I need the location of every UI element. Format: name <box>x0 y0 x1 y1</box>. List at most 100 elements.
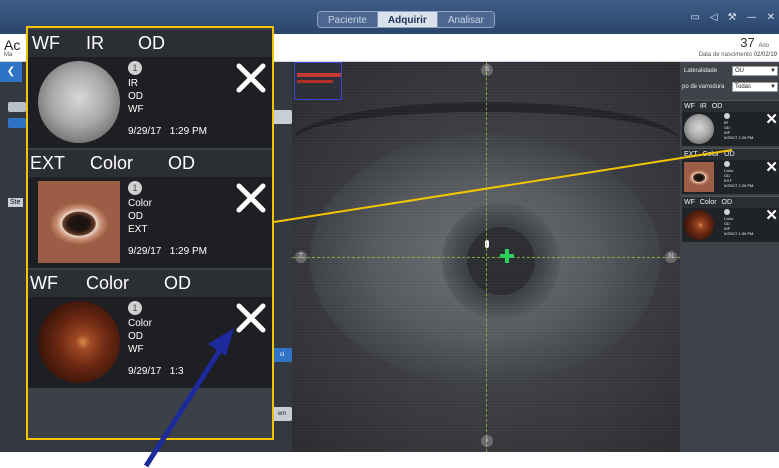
callout-line: OD <box>128 211 143 222</box>
app-window: Paciente Adquirir Analisar ▭ ◁ ⚒ — ✕ Ac … <box>0 0 779 468</box>
minimize-icon[interactable]: — <box>747 12 757 23</box>
monitor-icon[interactable]: ▭ <box>690 12 699 23</box>
right-panel: Lateralidade OU ▼ po de varredura Todas … <box>680 62 779 452</box>
scan-type-select[interactable]: Todas ▼ <box>732 82 778 92</box>
left-side-button-em[interactable]: em <box>272 407 292 421</box>
card-modality: EXT <box>684 151 698 158</box>
marker-bottom: I <box>481 435 493 447</box>
card-type: Color <box>702 151 720 158</box>
delete-icon[interactable]: ✕ <box>765 160 778 175</box>
card-eye: OD <box>721 199 733 206</box>
card-time: 1:29 PM <box>738 183 754 188</box>
delete-icon[interactable] <box>235 302 267 334</box>
right-thumb-card-ext-color[interactable]: EXT Color OD Color OD EXT 9/29/17 1:29 P… <box>682 148 779 194</box>
card-eye: OD <box>724 151 735 158</box>
patient-name: Ac <box>4 37 21 53</box>
callout-line: IR <box>128 78 138 89</box>
right-thumb-card-wf-color[interactable]: WF Color OD Color OD WF 9/29/17 1:30 PM … <box>682 196 779 242</box>
left-side-button-1[interactable] <box>272 110 292 124</box>
callout-type: IR <box>86 33 104 53</box>
right-thumb-card-wf-ir[interactable]: WF IR OD IR OD WF 9/29/17 1:29 PM ✕ <box>682 100 779 146</box>
scan-type-value: Todas <box>735 84 752 90</box>
card-info: Color OD WF 9/29/17 1:30 PM <box>724 209 753 236</box>
callout-line: EXT <box>128 224 148 235</box>
callout-modality: EXT <box>30 153 66 173</box>
card-modality: WF <box>684 199 695 206</box>
horizontal-guide-line <box>292 257 680 258</box>
delete-icon[interactable] <box>235 62 267 94</box>
left-side-button-ci[interactable]: ci <box>272 348 292 362</box>
window-controls: ▭ ◁ ⚒ — ✕ <box>690 12 775 23</box>
left-ste-label[interactable]: Ste <box>8 198 23 207</box>
card-modality: WF <box>684 103 695 110</box>
fundus-thumbnail[interactable] <box>38 301 120 383</box>
callout-type: Color <box>86 273 130 293</box>
left-control-1[interactable] <box>8 102 26 112</box>
callout-card-header: EXT Color OD <box>28 150 272 177</box>
x-shape <box>236 63 266 93</box>
laterality-label: Lateralidade <box>684 68 718 74</box>
count-badge <box>724 113 730 119</box>
crosshair-icon-h <box>500 254 514 258</box>
patient-name-sub: Ma <box>4 52 13 58</box>
card-date: 9/29/17 <box>724 183 738 188</box>
delete-icon[interactable]: ✕ <box>765 208 778 223</box>
callout-info: 1 IR OD WF <box>128 61 144 116</box>
chevron-down-icon: ▼ <box>770 68 776 74</box>
delete-icon[interactable]: ✕ <box>765 112 778 127</box>
x-shape <box>236 183 266 213</box>
callout-line: WF <box>128 104 144 115</box>
tab-paciente[interactable]: Paciente <box>318 12 378 27</box>
fundus-thumbnail[interactable] <box>684 210 714 240</box>
mode-tabs: Paciente Adquirir Analisar <box>317 11 495 28</box>
callout-info: 1 Color OD EXT <box>128 181 152 236</box>
live-camera-view[interactable]: S T N I <box>292 62 680 452</box>
count-badge: 1 <box>128 301 142 315</box>
callout-line: Color <box>128 198 152 209</box>
minimap-scan-line-2 <box>297 80 333 83</box>
delete-icon[interactable] <box>235 182 267 214</box>
zoom-callout: WF IR OD 1 IR OD WF 9/29/17 1:29 PM EXT … <box>26 26 274 440</box>
external-eye-thumbnail[interactable] <box>684 162 714 192</box>
card-datetime: 9/29/17 1:29 PM <box>724 135 753 140</box>
callout-line: WF <box>128 344 144 355</box>
tab-adquirir[interactable]: Adquirir <box>377 12 438 27</box>
minimap-scan-line-1 <box>297 73 341 77</box>
laterality-select[interactable]: OU ▼ <box>732 66 778 76</box>
card-type: IR <box>699 103 707 110</box>
callout-datetime: 9/29/17 1:29 PM <box>128 246 207 257</box>
fundus-thumbnail[interactable] <box>684 114 714 144</box>
callout-card-wf-color[interactable]: WF Color OD 1 Color OD WF 9/29/17 1:3 <box>28 270 272 388</box>
wrench-icon[interactable]: ⚒ <box>728 12 737 23</box>
marker-top: S <box>481 64 493 76</box>
left-control-2[interactable] <box>8 118 26 128</box>
count-badge <box>724 161 730 167</box>
callout-info: 1 Color OD WF <box>128 301 152 356</box>
count-badge: 1 <box>128 61 142 75</box>
callout-modality: WF <box>30 273 58 293</box>
marker-right: N <box>665 251 677 263</box>
callout-card-wf-ir[interactable]: WF IR OD 1 IR OD WF 9/29/17 1:29 PM <box>28 30 272 148</box>
speaker-icon[interactable]: ◁ <box>710 12 718 23</box>
card-info: Color OD EXT 9/29/17 1:29 PM <box>724 161 753 188</box>
card-info: IR OD WF 9/29/17 1:29 PM <box>724 113 753 140</box>
laterality-value: OU <box>735 68 744 74</box>
scan-type-label: po de varredura <box>682 84 725 90</box>
card-datetime: 9/29/17 1:30 PM <box>724 231 753 236</box>
close-icon[interactable]: ✕ <box>767 12 775 23</box>
count-badge: 1 <box>128 181 142 195</box>
card-time: 1:29 PM <box>738 135 754 140</box>
tab-analisar[interactable]: Analisar <box>437 12 494 27</box>
scan-minimap[interactable] <box>294 62 342 100</box>
fundus-thumbnail[interactable] <box>38 61 120 143</box>
external-eye-thumbnail[interactable] <box>38 181 120 263</box>
callout-card-ext-color[interactable]: EXT Color OD 1 Color OD EXT 9/29/17 1:29… <box>28 150 272 268</box>
card-datetime: 9/29/17 1:29 PM <box>724 183 753 188</box>
marker-left: T <box>295 251 307 263</box>
x-shape <box>236 303 266 333</box>
collapse-tab[interactable]: ❮ <box>0 62 22 82</box>
callout-line: OD <box>128 331 143 342</box>
patient-age: 37 Ano <box>740 35 769 50</box>
callout-line: OD <box>128 91 143 102</box>
card-date: 9/29/17 <box>724 135 738 140</box>
